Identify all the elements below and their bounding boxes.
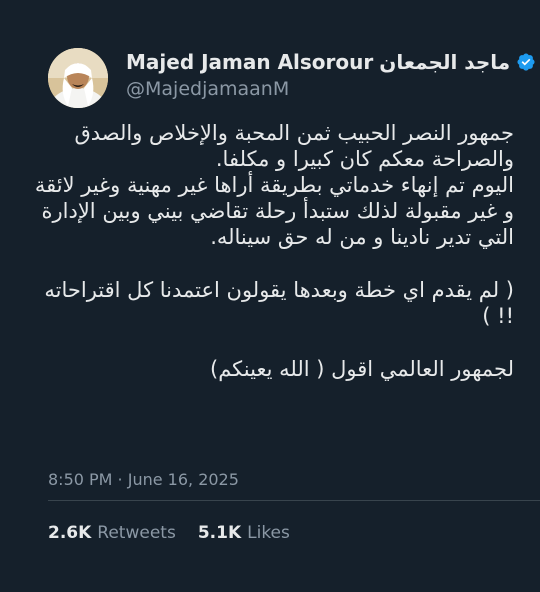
engagement-stats: 2.6K Retweets 5.1K Likes: [48, 523, 290, 543]
likes-count: 5.1K: [197, 523, 242, 543]
avatar[interactable]: [48, 48, 108, 108]
author-header: Majed Jaman Alsorour ماجد الجمعان @Majed…: [126, 50, 536, 101]
verified-badge-icon: [517, 53, 535, 71]
divider: [48, 500, 540, 501]
author-name-row[interactable]: Majed Jaman Alsorour ماجد الجمعان: [126, 50, 536, 74]
retweets-label: Retweets: [97, 523, 176, 543]
likes-stat[interactable]: 5.1K Likes: [198, 523, 290, 543]
retweets-stat[interactable]: 2.6K Retweets: [48, 523, 176, 543]
likes-label: Likes: [247, 523, 290, 543]
author-display-name-ar: ماجد الجمعان: [379, 50, 511, 74]
tweet-paragraph-1: جمهور النصر الحبيب ثمن المحبة والإخلاص و…: [34, 121, 514, 249]
tweet-timestamp[interactable]: 8:50 PM · June 16, 2025: [48, 470, 239, 489]
tweet-paragraph-2: ( لم يقدم اي خطة وبعدها يقولون اعتمدنا ك…: [44, 278, 514, 328]
tweet-paragraph-3: لجمهور العالمي اقول ( الله يعينكم): [210, 357, 514, 381]
author-handle[interactable]: @MajedjamaanM: [126, 77, 536, 101]
retweets-count: 2.6K: [48, 523, 92, 543]
avatar-image: [48, 48, 108, 108]
tweet-text: جمهور النصر الحبيب ثمن المحبة والإخلاص و…: [30, 120, 514, 409]
author-display-name-en: Majed Jaman Alsorour: [126, 50, 374, 74]
